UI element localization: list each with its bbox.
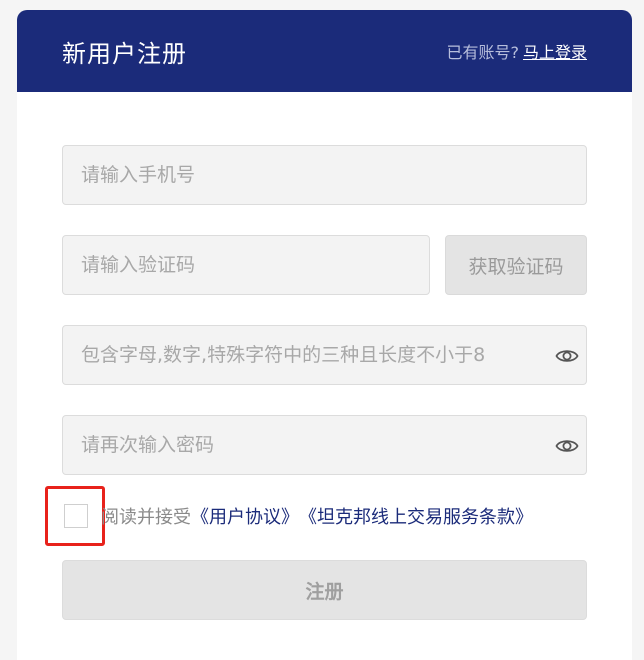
phone-field[interactable] — [62, 145, 587, 205]
register-button[interactable]: 注册 — [62, 560, 587, 620]
checkbox-highlight — [45, 486, 105, 546]
agreement-prefix: 阅读并接受 — [101, 507, 191, 528]
code-field[interactable] — [62, 235, 430, 295]
trade-terms-link[interactable]: 《坦克邦线上交易服务条款》 — [299, 503, 533, 529]
get-code-button[interactable]: 获取验证码 — [445, 235, 587, 295]
password-input[interactable] — [63, 326, 586, 384]
register-card: 新用户注册 已有账号? 马上登录 获取验证码 阅读并接受 《用户协议》 — [17, 10, 632, 660]
eye-icon[interactable] — [555, 434, 579, 458]
confirm-password-field[interactable] — [62, 415, 587, 475]
confirm-password-input[interactable] — [63, 416, 586, 474]
phone-input[interactable] — [63, 146, 586, 204]
page-title: 新用户注册 — [62, 39, 187, 68]
password-field[interactable] — [62, 325, 587, 385]
agreement-row: 阅读并接受 《用户协议》 《坦克邦线上交易服务条款》 — [45, 486, 533, 546]
login-prompt-area: 已有账号? 马上登录 — [446, 39, 587, 63]
register-header: 新用户注册 已有账号? 马上登录 — [17, 10, 632, 92]
agreement-text: 阅读并接受 《用户协议》 《坦克邦线上交易服务条款》 — [101, 503, 533, 529]
login-prompt-text: 已有账号? — [446, 43, 519, 62]
login-link[interactable]: 马上登录 — [523, 39, 587, 63]
verification-code-input[interactable] — [63, 236, 429, 294]
eye-icon[interactable] — [555, 344, 579, 368]
user-agreement-link[interactable]: 《用户协议》 — [191, 503, 299, 529]
agreement-checkbox[interactable] — [64, 504, 88, 528]
